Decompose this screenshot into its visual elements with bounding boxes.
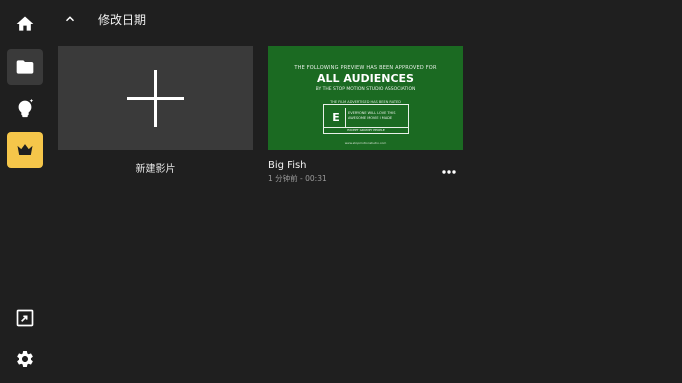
movie-subtitle: 1 分钟前 - 00:31 <box>268 174 327 183</box>
home-icon <box>16 16 34 31</box>
movie-card[interactable]: THE FOLLOWING PREVIEW HAS BEEN APPROVED … <box>268 46 463 184</box>
movie-meta: Big Fish 1 分钟前 - 00:31 <box>268 160 463 184</box>
header: 修改日期 <box>58 0 682 38</box>
rating-box: E EVERYONE WILL LOVE THIS AWESOME MOVIE … <box>323 104 409 134</box>
rating-line-2: ALL AUDIENCES <box>317 72 414 85</box>
movie-title: Big Fish <box>268 160 307 171</box>
rating-bar: EXCEPT GRUMPY PEOPLE <box>324 127 408 133</box>
lightbulb-sparkle-icon <box>18 98 34 118</box>
new-movie-label: 新建影片 <box>135 164 176 175</box>
premium-button[interactable] <box>7 132 43 168</box>
chevron-up-icon <box>65 16 75 22</box>
cast-screen-icon <box>16 309 34 327</box>
more-horizontal-icon <box>442 170 456 174</box>
sort-label[interactable]: 修改日期 <box>98 11 146 28</box>
folder-icon <box>16 60 34 74</box>
crown-icon <box>17 144 33 155</box>
rating-footer: www.stopmotionstudio.com <box>344 141 387 145</box>
rating-line-1: THE FOLLOWING PREVIEW HAS BEEN APPROVED … <box>294 65 437 71</box>
settings-button[interactable] <box>7 341 43 377</box>
home-button[interactable] <box>7 6 43 42</box>
ideas-button[interactable] <box>7 90 43 126</box>
gear-icon <box>17 351 33 367</box>
sort-toggle-button[interactable] <box>58 7 82 31</box>
movie-thumbnail[interactable]: THE FOLLOWING PREVIEW HAS BEEN APPROVED … <box>268 46 463 150</box>
new-movie-card[interactable]: 新建影片 <box>58 46 253 175</box>
rating-line-3: BY THE STOP MOTION STUDIO ASSOCIATION <box>315 87 416 92</box>
new-movie-thumbnail[interactable] <box>58 46 253 150</box>
rating-letter: E <box>327 108 346 128</box>
rating-description: EVERYONE WILL LOVE THIS AWESOME MOVIE I … <box>348 111 396 120</box>
cast-button[interactable] <box>7 300 43 336</box>
more-options-button[interactable] <box>441 166 457 178</box>
sidebar <box>0 0 50 383</box>
projects-button[interactable] <box>7 49 43 85</box>
